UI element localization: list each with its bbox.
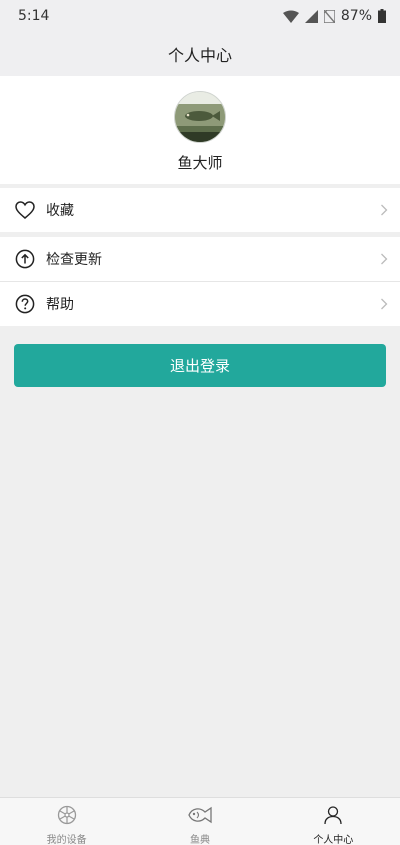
menu-item-check-update[interactable]: 检查更新 [0,237,400,281]
avatar[interactable] [174,91,226,143]
device-icon [57,805,77,829]
signal-icon [304,9,318,23]
tab-my-devices[interactable]: 我的设备 [0,798,133,845]
bottom-tab-bar: 我的设备 鱼典 个人中心 [0,797,400,845]
wifi-icon [282,10,299,23]
status-icons: 87% [282,8,386,24]
status-time: 5:14 [18,8,50,24]
page-title: 个人中心 [167,46,232,65]
logout-button[interactable]: 退出登录 [14,344,386,387]
page-title-bar: 个人中心 [0,32,400,76]
heart-icon [14,199,36,221]
tab-personal-center[interactable]: 个人中心 [267,798,400,845]
chevron-right-icon [380,295,388,314]
profile-section: 鱼大师 [0,76,400,184]
tab-label: 我的设备 [46,835,87,845]
menu-item-label: 帮助 [46,297,74,313]
tab-label: 鱼典 [189,835,210,845]
status-bar: 5:14 87% [0,0,400,32]
menu-item-help[interactable]: 帮助 [0,282,400,326]
question-icon [14,293,36,315]
fish-icon [187,805,213,829]
tab-label: 个人中心 [313,835,354,845]
battery-icon [378,9,386,23]
no-sim-icon [323,9,335,23]
profile-name: 鱼大师 [177,154,223,172]
battery-text: 87% [340,8,372,24]
menu-item-label: 检查更新 [46,252,102,268]
menu-item-favorites[interactable]: 收藏 [0,188,400,232]
menu-item-label: 收藏 [46,203,74,219]
chevron-right-icon [380,201,388,220]
chevron-right-icon [380,250,388,269]
person-icon [323,805,343,829]
tab-fish-encyclopedia[interactable]: 鱼典 [133,798,266,845]
upload-arrow-icon [14,248,36,270]
